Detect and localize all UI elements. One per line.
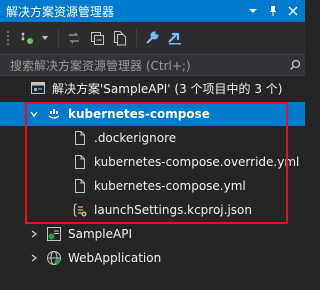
toolbar-separator [136, 29, 137, 47]
project-label: WebApplication [68, 251, 162, 265]
tree-node-webapplication[interactable]: WebApplication [0, 246, 305, 270]
file-label: launchSettings.kcproj.json [94, 203, 252, 217]
refresh-icon [69, 32, 79, 44]
kubernetes-compose-project-icon [46, 106, 62, 122]
window-title: 解决方案资源管理器 [6, 4, 115, 19]
search-icon [289, 59, 301, 71]
close-icon [288, 6, 298, 16]
solution-label: 解决方案'SampleAPI' (3 个项目中的 3 个) [52, 81, 283, 96]
collapse-all-button[interactable] [86, 27, 108, 49]
chevron-down-icon [42, 36, 48, 40]
solution-explorer-titlebar: 解决方案资源管理器 [0, 0, 305, 22]
collapse-arrow-icon[interactable] [28, 228, 40, 240]
web-project-icon [46, 250, 62, 266]
preview-icon [168, 32, 181, 45]
wrench-icon [146, 31, 159, 44]
kubernetes-compose-label: kubernetes-compose [68, 107, 210, 121]
file-icon [72, 130, 88, 146]
show-all-files-icon [114, 31, 126, 46]
preview-selected-items-button[interactable] [164, 27, 186, 49]
pin-icon [270, 6, 276, 16]
toolbar-separator [58, 29, 59, 47]
close-button[interactable] [285, 3, 301, 19]
project-label: SampleAPI [68, 227, 132, 241]
collapse-all-icon [91, 32, 104, 45]
solution-icon [30, 80, 46, 96]
tree-node-launchsettings[interactable]: launchSettings.kcproj.json [0, 198, 305, 222]
toolbar-grip[interactable] [6, 30, 10, 46]
csharp-project-icon [46, 226, 62, 242]
collapse-arrow-icon[interactable] [28, 252, 40, 264]
json-settings-icon [72, 202, 88, 218]
search-box[interactable]: 搜索解决方案资源管理器 (Ctrl+;) [0, 54, 305, 76]
tree-node-kubernetes-compose[interactable]: kubernetes-compose [0, 102, 305, 126]
properties-button[interactable] [141, 27, 163, 49]
search-options-button[interactable] [285, 59, 305, 71]
sync-with-document-button[interactable] [16, 27, 38, 49]
tree-node-compose-override-yml[interactable]: kubernetes-compose.override.yml [0, 150, 305, 174]
file-label: .dockerignore [94, 131, 177, 145]
file-icon [72, 154, 88, 170]
solution-tree: 解决方案'SampleAPI' (3 个项目中的 3 个) kubernetes… [0, 76, 305, 290]
expand-arrow-icon[interactable] [28, 108, 40, 120]
tree-node-compose-yml[interactable]: kubernetes-compose.yml [0, 174, 305, 198]
file-label: kubernetes-compose.override.yml [94, 155, 300, 169]
solution-node[interactable]: 解决方案'SampleAPI' (3 个项目中的 3 个) [0, 76, 305, 100]
window-dropdown-button[interactable] [245, 3, 261, 19]
pin-button[interactable] [265, 3, 281, 19]
file-icon [72, 178, 88, 194]
show-all-files-button[interactable] [109, 27, 131, 49]
file-label: kubernetes-compose.yml [94, 179, 246, 193]
sync-dropdown-button[interactable] [39, 27, 51, 49]
solution-explorer-toolbar [0, 22, 305, 54]
chevron-down-icon [249, 9, 257, 13]
tree-node-sampleapi[interactable]: SampleAPI [0, 222, 305, 246]
search-input[interactable]: 搜索解决方案资源管理器 (Ctrl+;) [0, 57, 285, 74]
back-forward-button[interactable] [63, 27, 85, 49]
sync-icon [21, 32, 33, 44]
tree-node-dockerignore[interactable]: .dockerignore [0, 126, 305, 150]
